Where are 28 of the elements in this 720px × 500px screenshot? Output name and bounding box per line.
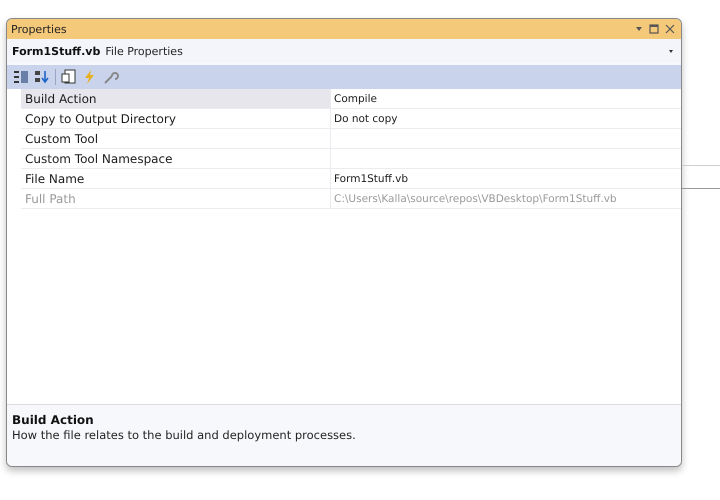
property-name: File Name xyxy=(21,169,331,188)
property-value: Form1Stuff.vb xyxy=(333,172,408,184)
object-type: File Properties xyxy=(105,44,183,58)
dropdown-icon[interactable] xyxy=(635,25,643,33)
object-name: Form1Stuff.vb xyxy=(12,44,100,58)
property-pages-icon[interactable] xyxy=(61,69,77,85)
sort-icon[interactable] xyxy=(34,69,50,85)
property-name: Full Path xyxy=(21,189,331,208)
property-row[interactable]: Custom Tool Namespace xyxy=(21,149,681,169)
window-title: Properties xyxy=(11,22,67,36)
object-selector[interactable]: Form1Stuff.vb File Properties xyxy=(7,39,681,63)
description-title: Build Action xyxy=(12,413,95,427)
property-row[interactable]: File Name Form1Stuff.vb xyxy=(21,169,681,189)
property-name: Copy to Output Directory xyxy=(21,109,331,128)
close-icon[interactable] xyxy=(665,24,675,34)
description-text: How the file relates to the build and deployment processes. xyxy=(12,428,357,442)
categorized-icon[interactable] xyxy=(13,69,29,85)
property-name: Custom Tool Namespace xyxy=(21,149,331,168)
property-value: Do not copy xyxy=(333,112,398,124)
property-value: C:\Users\Kalla\source\repos\VBDesktop\Form1Stuff.vb xyxy=(333,192,617,204)
property-row[interactable]: Build Action Compile xyxy=(21,89,681,109)
property-name: Custom Tool xyxy=(21,129,331,148)
property-name: Build Action xyxy=(21,89,331,108)
property-row[interactable]: Copy to Output Directory Do not copy xyxy=(21,109,681,129)
property-value: Compile xyxy=(333,92,377,104)
property-row[interactable]: Custom Tool xyxy=(21,129,681,149)
maximize-icon[interactable] xyxy=(649,24,659,34)
dropdown-icon[interactable] xyxy=(667,47,675,55)
